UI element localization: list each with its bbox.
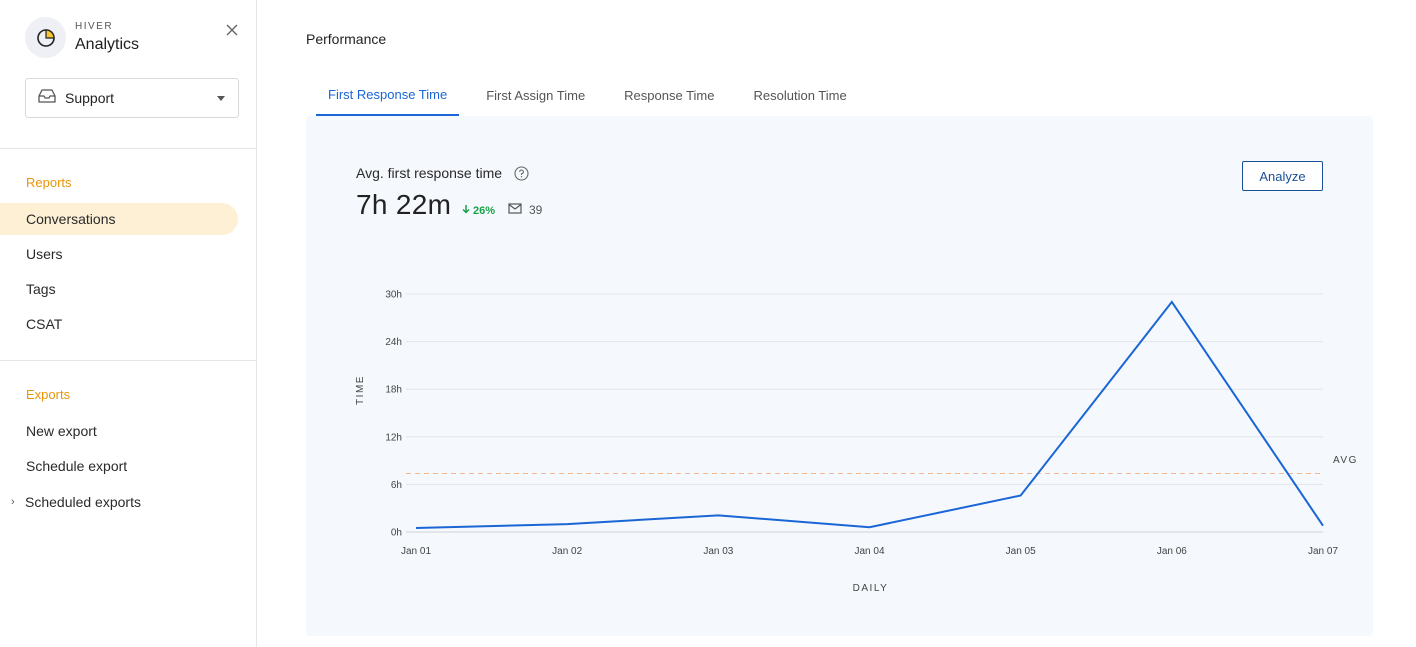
x-tick-label: Jan 02 (552, 546, 582, 557)
tab-response-time[interactable]: Response Time (612, 74, 726, 116)
series-line (415, 300, 1324, 530)
app-title: Analytics (75, 35, 140, 53)
tab-first-response-time[interactable]: First Response Time (316, 74, 460, 116)
mailbox-select[interactable]: Support (25, 78, 239, 118)
sidebar-item-conversations[interactable]: Conversations (0, 203, 238, 235)
tab-resolution-time[interactable]: Resolution Time (742, 74, 859, 116)
sidebar-divider (0, 360, 257, 361)
x-tick-label: Jan 07 (1308, 546, 1338, 557)
sidebar-item-scheduled-exports[interactable]: › Scheduled exports (0, 486, 238, 518)
page-title: Performance (306, 31, 387, 47)
chevron-right-icon: › (11, 496, 15, 508)
line-chart: 0h 6h 12h 18h 24h 30h Jan 01 Jan 02 Jan 03 Jan 04… (355, 290, 1358, 595)
x-axis-label: DAILY (853, 583, 889, 594)
exports-section-title: Exports (26, 387, 71, 402)
x-tick-label: Jan 03 (703, 546, 733, 557)
chevron-down-icon (217, 96, 225, 101)
y-tick-label: 18h (385, 385, 402, 396)
sidebar-item-csat[interactable]: CSAT (0, 308, 238, 340)
tab-bar: First Response Time First Assign Time Re… (316, 74, 874, 116)
tab-first-assign-time[interactable]: First Assign Time (474, 74, 597, 116)
metric-card: Avg. first response time 7h 22m 26% 39 A… (306, 116, 1373, 636)
inbox-icon (38, 88, 56, 108)
close-icon[interactable] (224, 22, 240, 38)
y-tick-label: 0h (391, 528, 402, 539)
sidebar-item-new-export[interactable]: New export (0, 415, 238, 447)
y-tick-label: 6h (391, 480, 402, 491)
y-tick-label: 12h (385, 432, 402, 443)
sidebar-item-users[interactable]: Users (0, 238, 238, 270)
x-tick-label: Jan 04 (854, 546, 884, 557)
sidebar: HIVER Analytics Support Reports Conversa… (0, 0, 257, 647)
brand: HIVER Analytics (25, 17, 139, 58)
x-tick-label: Jan 05 (1006, 546, 1036, 557)
x-tick-label: Jan 01 (401, 546, 431, 557)
analytics-logo-icon (25, 17, 66, 58)
y-tick-label: 30h (385, 290, 402, 301)
y-tick-label: 24h (385, 337, 402, 348)
mailbox-label: Support (65, 90, 115, 106)
y-axis-label: TIME (355, 375, 366, 405)
sidebar-item-tags[interactable]: Tags (0, 273, 238, 305)
sidebar-item-schedule-export[interactable]: Schedule export (0, 450, 238, 482)
brand-name: HIVER (75, 20, 114, 32)
reports-section-title: Reports (26, 175, 72, 190)
x-tick-label: Jan 06 (1157, 546, 1187, 557)
average-label: AVG (1333, 455, 1358, 466)
sidebar-divider (0, 148, 257, 149)
sidebar-item-label: Scheduled exports (25, 494, 141, 510)
